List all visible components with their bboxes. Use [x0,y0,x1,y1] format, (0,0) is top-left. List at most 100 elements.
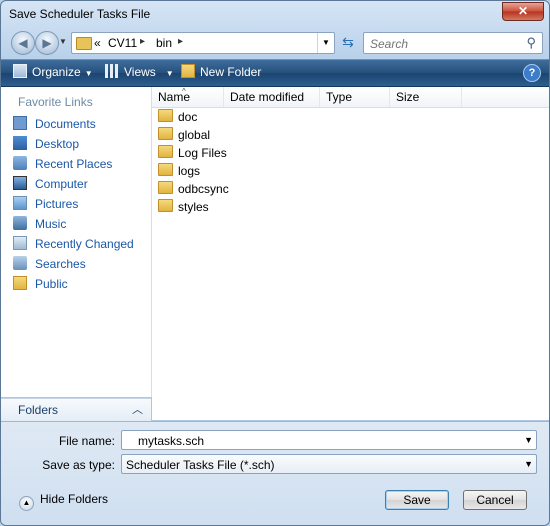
favorite-label: Documents [35,117,96,131]
file-name-combobox[interactable]: mytasks.sch ▼ [121,430,537,450]
column-label: Size [396,90,420,104]
column-header-type[interactable]: Type [320,87,390,107]
chevron-down-icon: ▼ [84,69,93,78]
searches-icon [13,256,27,270]
favorite-label: Public [35,277,68,291]
search-input[interactable] [368,35,522,53]
favorite-label: Searches [35,257,86,271]
folder-icon [158,199,173,212]
favorite-label: Computer [35,177,88,191]
folder-icon [158,145,173,158]
back-arrow-icon: ◀ [18,36,28,50]
favorite-recent-places[interactable]: Recent Places [13,156,112,174]
new-folder-label: New Folder [200,65,262,79]
column-header-size[interactable]: Size [390,87,462,107]
breadcrumb-separator-icon[interactable]: ▸ [178,36,183,47]
column-label: Type [326,90,353,104]
favorite-pictures[interactable]: Pictures [13,196,78,214]
folder-icon [158,163,173,176]
back-button[interactable]: ◀ [11,31,35,55]
address-bar[interactable]: « CV11 ▸ bin ▸ ▼ [71,32,335,54]
computer-icon [13,176,27,190]
file-list-item[interactable]: styles [158,199,209,217]
folder-icon [158,181,173,194]
pictures-icon [13,196,27,210]
refresh-button[interactable]: ⇆ [337,32,359,52]
file-name: global [178,128,211,142]
music-icon [13,216,27,230]
favorite-computer[interactable]: Computer [13,176,88,194]
favorite-label: Recently Changed [35,237,134,251]
favorite-music[interactable]: Music [13,216,66,234]
desktop-icon [13,136,27,150]
address-overflow[interactable]: « [94,36,101,50]
help-icon[interactable]: ? [523,64,541,82]
recent-places-icon [13,156,27,170]
close-button[interactable]: ✕ [502,2,544,21]
save-dialog: Save Scheduler Tasks File ✕ ◀ ▶ ▼ « CV11… [0,0,550,526]
file-list-item[interactable]: logs [158,163,200,181]
save-button[interactable]: Save [385,490,449,510]
new-folder-button[interactable]: New Folder [181,64,261,79]
save-as-type-select[interactable]: Scheduler Tasks File (*.sch) ▼ [121,454,537,474]
recent-pages-dropdown[interactable]: ▼ [59,37,67,46]
favorite-desktop[interactable]: Desktop [13,136,79,154]
sort-ascending-icon: ^ [182,87,186,96]
breadcrumb-separator-icon[interactable]: ▸ [140,36,145,47]
column-header-name[interactable]: ^ Name [152,87,224,107]
search-box[interactable]: ⚲ [363,32,543,54]
organize-label: Organize [32,65,81,79]
recently-changed-icon [13,236,27,250]
favorite-label: Desktop [35,137,80,151]
folder-icon [158,109,173,122]
favorite-documents[interactable]: Documents [13,116,96,134]
breadcrumb-segment[interactable]: CV11 [108,36,137,50]
file-name: odbcsync [178,182,229,196]
hide-folders-label: Hide Folders [40,492,109,506]
file-list-item[interactable]: Log Files [158,145,227,163]
favorite-searches[interactable]: Searches [13,256,86,274]
public-icon [13,276,27,290]
folders-toggle-bar[interactable]: Folders ︿ [1,398,151,421]
navigation-row: ◀ ▶ ▼ « CV11 ▸ bin ▸ ▼ ⇆ ⚲ [1,29,549,57]
new-folder-icon [181,64,195,78]
file-list-item[interactable]: doc [158,109,197,127]
folders-label: Folders [18,403,59,417]
file-name: styles [178,200,209,214]
refresh-icon: ⇆ [342,34,354,50]
file-list-pane: ^ Name Date modified Type Size doc globa… [152,87,549,420]
chevron-down-icon: ▼ [165,69,174,78]
file-name: logs [178,164,201,178]
hide-folders-button[interactable]: ▲ Hide Folders [19,492,108,511]
save-options-area: File name: mytasks.sch ▼ Save as type: S… [1,421,549,525]
address-dropdown-icon[interactable]: ▼ [317,33,334,53]
chevron-up-icon[interactable]: ︿ [132,401,143,417]
column-label: Date modified [230,90,305,104]
save-as-type-value: Scheduler Tasks File (*.sch) [126,458,275,472]
favorite-links-header: Favorite Links [18,95,93,109]
file-name: Log Files [178,146,227,160]
forward-arrow-icon: ▶ [42,36,52,50]
chevron-down-icon[interactable]: ▼ [524,459,533,469]
chevron-down-icon[interactable]: ▼ [524,435,533,445]
chevron-up-icon: ▲ [19,496,34,511]
views-menu-button[interactable]: Views ▼ [105,64,174,79]
favorite-public[interactable]: Public [13,276,68,294]
views-label: Views [124,65,156,79]
folder-icon [76,37,92,50]
favorite-recently-changed[interactable]: Recently Changed [13,236,134,254]
file-name-field[interactable]: mytasks.sch [138,434,204,448]
folder-icon [158,127,173,140]
cancel-button[interactable]: Cancel [463,490,527,510]
command-toolbar: Organize ▼ Views ▼ New Folder ? [1,59,549,87]
forward-button[interactable]: ▶ [35,31,59,55]
favorite-label: Recent Places [35,157,113,171]
breadcrumb-segment[interactable]: bin [156,36,172,50]
file-list-item[interactable]: odbcsync [158,181,229,199]
favorite-label: Music [35,217,67,231]
organize-icon [13,64,27,78]
file-list-item[interactable]: global [158,127,210,145]
search-icon[interactable]: ⚲ [526,35,536,51]
organize-menu-button[interactable]: Organize ▼ [13,64,93,79]
column-header-date-modified[interactable]: Date modified [224,87,320,107]
